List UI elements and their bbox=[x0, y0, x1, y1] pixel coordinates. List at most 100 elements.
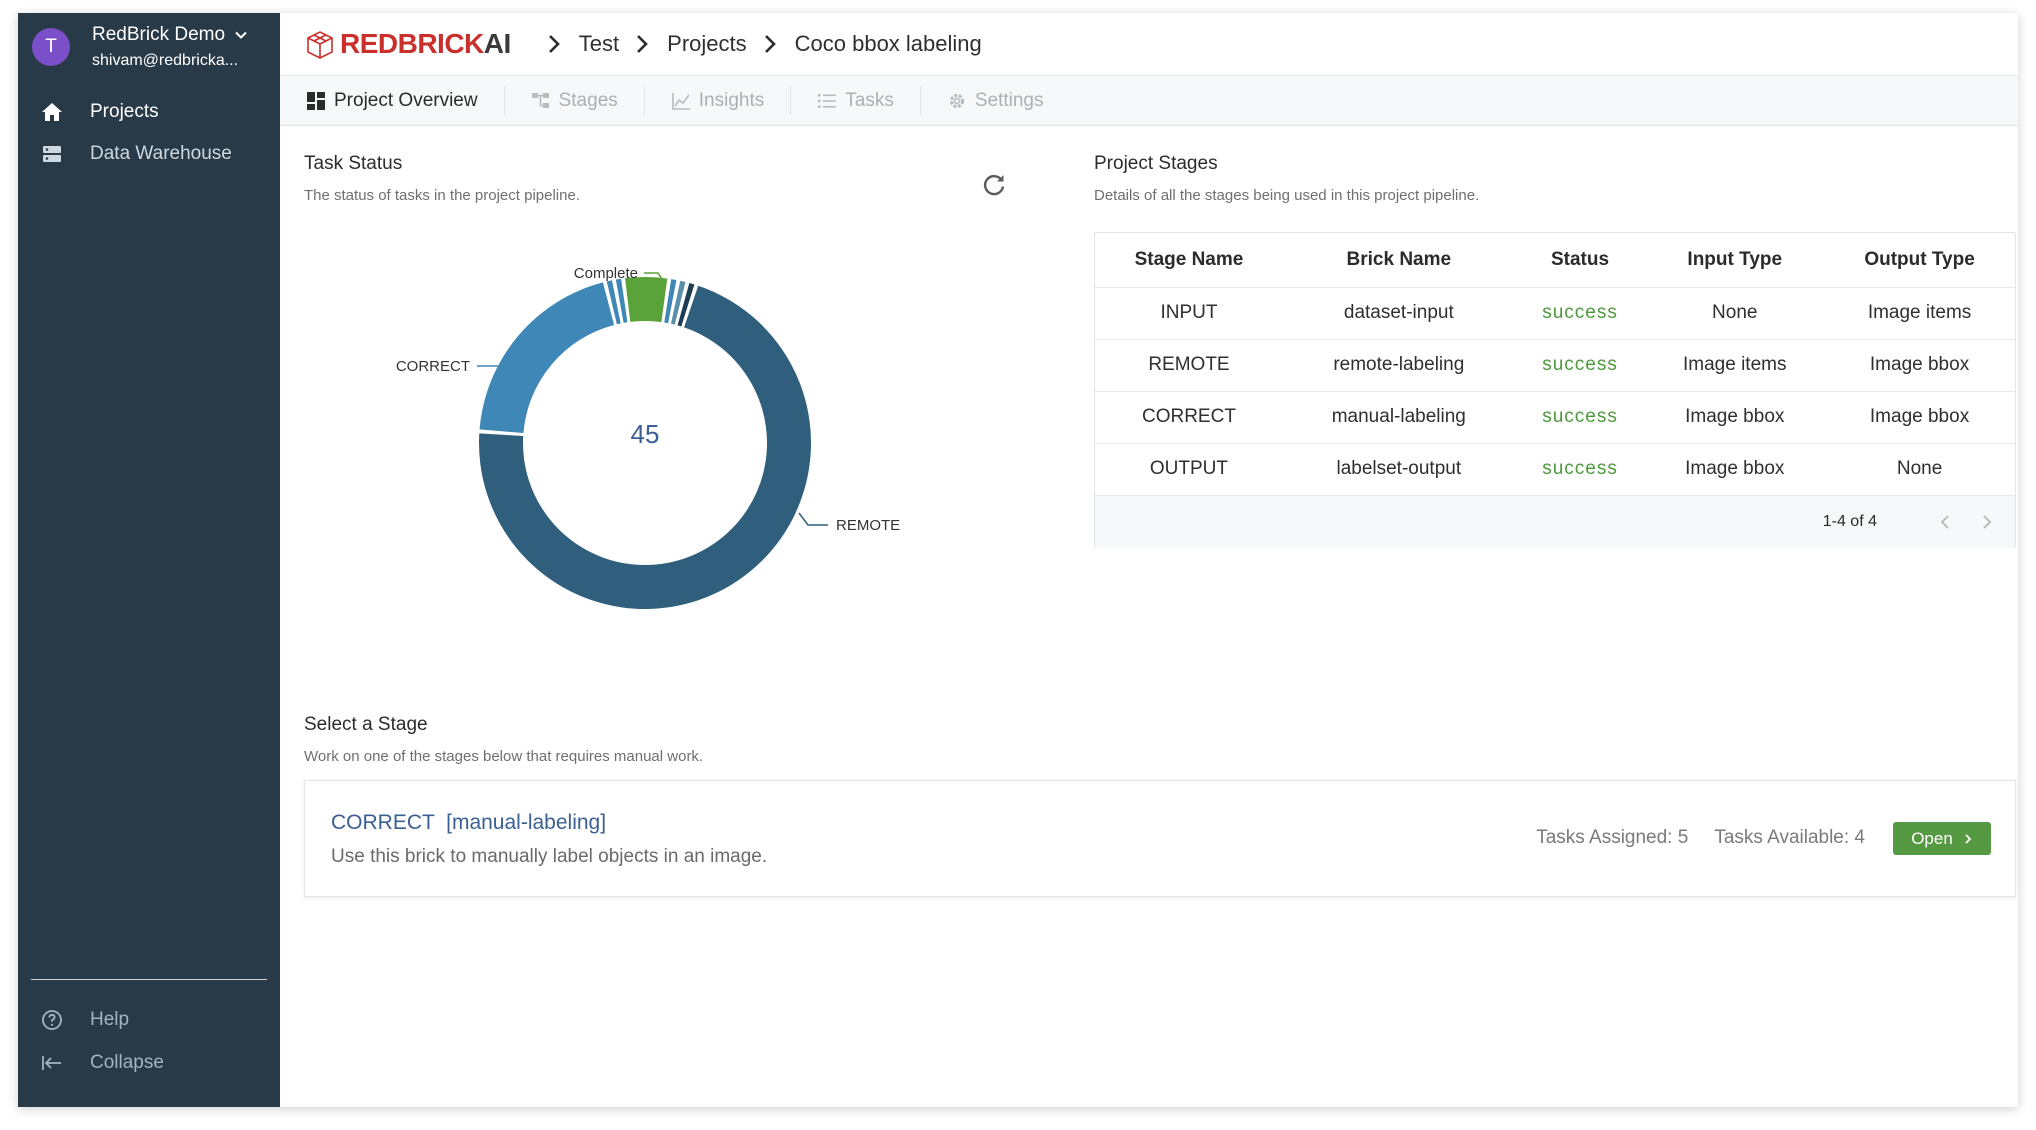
breadcrumb-project[interactable]: Coco bbox labeling bbox=[795, 31, 982, 57]
chevron-left-icon[interactable] bbox=[1935, 512, 1955, 532]
tab-settings[interactable]: Settings bbox=[921, 87, 1070, 115]
stages-table: Stage Name Brick Name Status Input Type … bbox=[1094, 232, 2016, 548]
table-cell: labelset-output bbox=[1282, 443, 1515, 496]
table-row[interactable]: CORRECT manual-labeling success Image bb… bbox=[1095, 391, 2015, 444]
chevron-right-icon bbox=[1965, 833, 1972, 844]
sidebar: T RedBrick Demo shivam@redbricka... Proj… bbox=[18, 13, 280, 1107]
table-cell: Image bbox bbox=[1645, 391, 1825, 444]
chart-icon bbox=[671, 91, 691, 111]
chart-label-correct: CORRECT bbox=[396, 358, 509, 375]
task-status-subtitle: The status of tasks in the project pipel… bbox=[304, 187, 580, 204]
table-cell: None bbox=[1645, 287, 1825, 340]
tab-insights[interactable]: Insights bbox=[645, 86, 792, 115]
column-header[interactable]: Status bbox=[1514, 233, 1646, 288]
sidebar-bottom-nav: Help Collapse bbox=[18, 998, 280, 1084]
chart-label-remote: REMOTE bbox=[798, 512, 900, 534]
status-cell: success bbox=[1514, 287, 1646, 340]
stages-icon bbox=[531, 91, 551, 111]
project-tabs: Project Overview Stages Insights Tasks S… bbox=[280, 76, 2018, 126]
table-cell: Image items bbox=[1824, 287, 2015, 340]
top-bar: REDBRICKAI Test Projects Coco bbox label… bbox=[280, 13, 2018, 76]
svg-text:REMOTE: REMOTE bbox=[836, 517, 900, 534]
table-header-row: Stage Name Brick Name Status Input Type … bbox=[1095, 233, 2015, 288]
refresh-icon[interactable] bbox=[980, 171, 1008, 199]
redbrick-cube-icon bbox=[307, 31, 333, 59]
tab-tasks[interactable]: Tasks bbox=[791, 86, 921, 115]
tab-project-overview[interactable]: Project Overview bbox=[306, 86, 505, 115]
table-cell: Image items bbox=[1645, 339, 1825, 392]
sidebar-item-label: Collapse bbox=[90, 1051, 164, 1073]
table-cell: None bbox=[1824, 443, 2015, 496]
status-cell: success bbox=[1514, 443, 1646, 496]
donut-center-total: 45 bbox=[631, 419, 660, 449]
select-stage-title: Select a Stage bbox=[304, 714, 428, 735]
stage-card-title[interactable]: CORRECT [manual-labeling] bbox=[331, 811, 606, 835]
table-cell: Image bbox bbox=[1645, 443, 1825, 496]
table-row[interactable]: INPUT dataset-input success None Image i… bbox=[1095, 287, 2015, 340]
sidebar-nav: Projects Data Warehouse bbox=[18, 91, 280, 175]
table-row[interactable]: OUTPUT labelset-output success Image bbo… bbox=[1095, 443, 2015, 496]
table-cell: remote-labeling bbox=[1282, 339, 1515, 392]
project-stages-subtitle: Details of all the stages being used in … bbox=[1094, 187, 1480, 204]
org-switcher[interactable]: T RedBrick Demo shivam@redbricka... bbox=[32, 21, 266, 73]
chevron-down-icon bbox=[235, 31, 247, 39]
sidebar-item-collapse[interactable]: Collapse bbox=[18, 1041, 280, 1084]
org-email: shivam@redbricka... bbox=[92, 52, 239, 69]
help-icon bbox=[40, 1008, 64, 1032]
sidebar-item-data-warehouse[interactable]: Data Warehouse bbox=[18, 133, 280, 175]
main-content: REDBRICKAI Test Projects Coco bbox label… bbox=[280, 13, 2018, 1107]
stage-card-description: Use this brick to manually label objects… bbox=[331, 846, 768, 867]
donut-slice-correct[interactable] bbox=[479, 282, 615, 434]
select-stage-subtitle: Work on one of the stages below that req… bbox=[304, 748, 704, 765]
table-cell: Image bbox bbox=[1824, 339, 2015, 392]
status-cell: success bbox=[1514, 339, 1646, 392]
table-pager: 1-4 of 4 bbox=[1095, 495, 2015, 548]
stage-card-correct: CORRECT [manual-labeling] Use this brick… bbox=[304, 780, 2016, 897]
sidebar-item-label: Projects bbox=[90, 101, 159, 122]
select-stage-header: Select a Stage Work on one of the stages… bbox=[304, 714, 703, 765]
table-row[interactable]: REMOTE remote-labeling success Image ite… bbox=[1095, 339, 2015, 392]
task-status-header: Task Status The status of tasks in the p… bbox=[304, 153, 580, 204]
chevron-right-icon bbox=[548, 35, 560, 53]
table-cell: manual-labeling bbox=[1282, 391, 1515, 444]
sidebar-divider bbox=[31, 979, 267, 980]
table-cell: REMOTE bbox=[1095, 339, 1283, 392]
org-name: RedBrick Demo bbox=[92, 24, 226, 45]
list-icon bbox=[817, 91, 837, 111]
home-icon bbox=[40, 100, 64, 124]
column-header[interactable]: Brick Name bbox=[1282, 233, 1515, 288]
sidebar-item-label: Data Warehouse bbox=[90, 143, 232, 164]
tasks-available: Tasks Available: 4 bbox=[1714, 827, 1865, 848]
donut-chart: Complete CORRECT REMOTE 45 bbox=[396, 265, 900, 609]
column-header[interactable]: Output Type bbox=[1824, 233, 2015, 288]
project-stages-title: Project Stages bbox=[1094, 153, 1218, 174]
status-cell: success bbox=[1514, 391, 1646, 444]
project-stages-header: Project Stages Details of all the stages… bbox=[1094, 153, 1479, 204]
collapse-icon bbox=[40, 1051, 64, 1075]
avatar: T bbox=[32, 28, 70, 66]
breadcrumb-test[interactable]: Test bbox=[579, 31, 619, 57]
table-cell: OUTPUT bbox=[1095, 443, 1283, 496]
open-stage-button[interactable]: Open bbox=[1893, 822, 1991, 855]
chevron-right-icon bbox=[637, 35, 648, 53]
sidebar-item-help[interactable]: Help bbox=[18, 998, 280, 1041]
sidebar-item-projects[interactable]: Projects bbox=[18, 91, 280, 133]
task-status-chart: Complete CORRECT REMOTE 45 bbox=[280, 233, 1000, 653]
pager-range: 1-4 of 4 bbox=[1822, 512, 1877, 530]
column-header[interactable]: Stage Name bbox=[1095, 233, 1283, 288]
table-cell: Image bbox bbox=[1824, 391, 2015, 444]
table-cell: INPUT bbox=[1095, 287, 1283, 340]
column-header[interactable]: Input Type bbox=[1645, 233, 1825, 288]
chevron-right-icon[interactable] bbox=[1977, 512, 1997, 532]
task-status-title: Task Status bbox=[304, 153, 403, 174]
sidebar-item-label: Help bbox=[90, 1008, 130, 1030]
breadcrumb-projects[interactable]: Projects bbox=[667, 31, 746, 57]
dashboard-icon bbox=[306, 91, 326, 111]
redbrick-logo[interactable]: REDBRICKAI bbox=[304, 28, 511, 60]
table-cell: CORRECT bbox=[1095, 391, 1283, 444]
svg-text:CORRECT: CORRECT bbox=[396, 358, 470, 375]
tasks-assigned: Tasks Assigned: 5 bbox=[1536, 827, 1689, 848]
svg-text:Complete: Complete bbox=[574, 265, 638, 282]
tab-stages[interactable]: Stages bbox=[505, 86, 645, 115]
donut-slice-complete[interactable] bbox=[625, 277, 668, 323]
